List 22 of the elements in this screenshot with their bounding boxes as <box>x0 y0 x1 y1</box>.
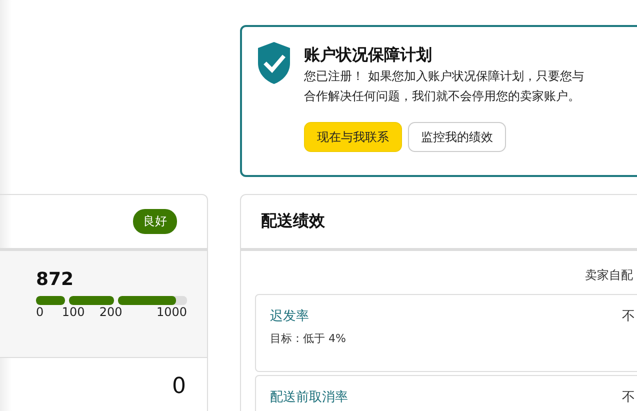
monitor-performance-button[interactable]: 监控我的绩效 <box>408 122 506 152</box>
card-message: 您已注册！ 如果您加入账户状况保障计划，只要您与 合作解决任何问题，我们就不会停用您的卖家账户。 <box>304 68 584 105</box>
card-title: 账户状况保障计划 <box>304 45 433 66</box>
scale-label: 0 <box>36 305 45 319</box>
section-title: 配送绩效 <box>261 211 325 232</box>
count-value: 0 <box>172 374 186 399</box>
metric-link[interactable]: 迟发率 <box>270 307 346 325</box>
score-bar-segment <box>36 296 66 305</box>
metric-target: 目标：低于 4% <box>270 331 346 346</box>
scale-label: 100 <box>62 305 86 319</box>
metric-link[interactable]: 配送前取消率 <box>270 388 348 406</box>
metric-value: 不 <box>622 308 636 326</box>
metric-value: 不 <box>622 389 636 407</box>
score-bar-segment <box>118 296 187 305</box>
shield-check-icon <box>256 41 292 85</box>
column-header: 卖家自配 <box>585 268 633 282</box>
score-bar-segment <box>69 296 114 305</box>
scale-label: 1000 <box>156 305 187 319</box>
score-value: 872 <box>36 269 75 290</box>
scale-label: 200 <box>99 305 124 319</box>
contact-me-button[interactable]: 现在与我联系 <box>304 122 402 152</box>
status-badge: 良好 <box>133 209 177 234</box>
